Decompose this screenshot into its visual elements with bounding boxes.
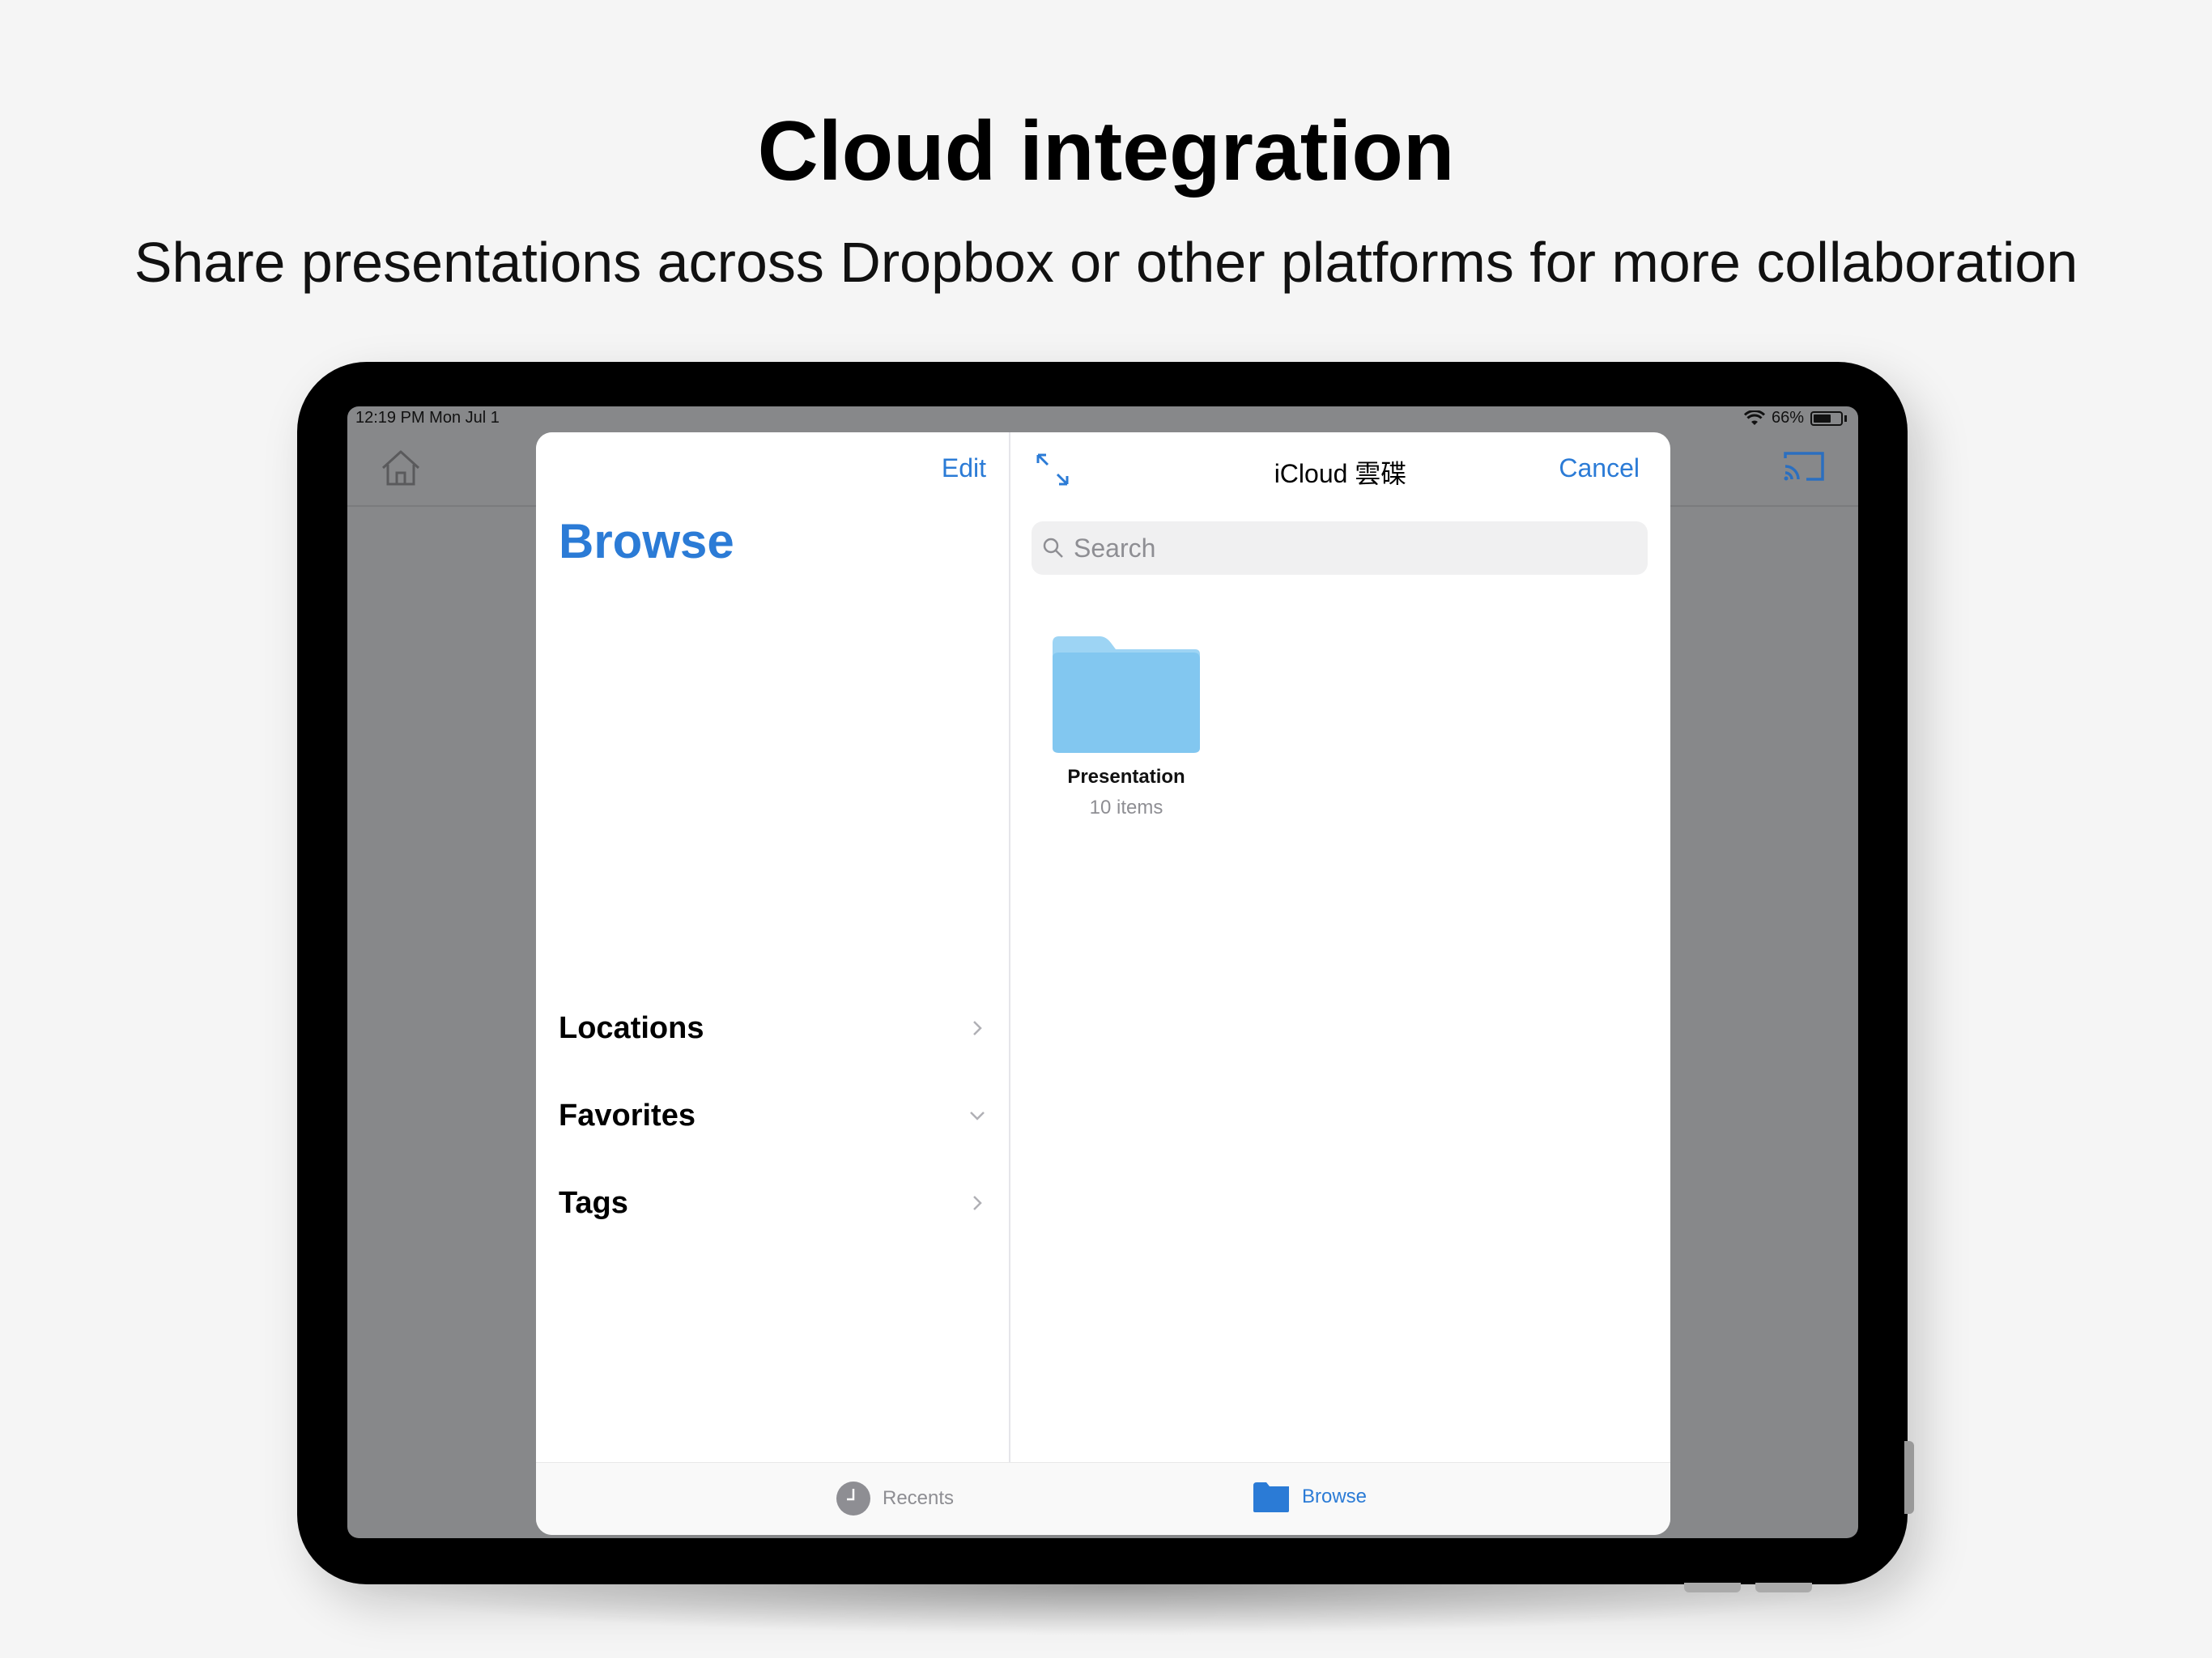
search-icon <box>1043 538 1063 558</box>
home-icon[interactable] <box>378 445 423 491</box>
subheadline: Share presentations across Dropbox or ot… <box>134 231 2078 294</box>
folder-item-presentation[interactable]: Presentation 10 items <box>1049 633 1203 819</box>
folder-name: Presentation <box>1067 766 1185 788</box>
sidebar-item-label: Tags <box>559 1185 628 1220</box>
tab-recents[interactable]: Recents <box>836 1481 954 1516</box>
sidebar-title: Browse <box>559 514 734 568</box>
edit-button[interactable]: Edit <box>942 453 986 483</box>
wifi-icon <box>1743 410 1765 425</box>
file-browser: iCloud 雲碟 Cancel Presentation 10 items <box>1010 432 1670 1462</box>
tab-bar: Recents Browse <box>536 1462 1670 1535</box>
folder-icon <box>1253 1482 1289 1512</box>
cast-icon[interactable] <box>1782 449 1826 484</box>
sidebar-item-label: Locations <box>559 1010 704 1045</box>
device-screen: 12:19 PM Mon Jul 1 66% Edit Browse Locat… <box>347 406 1858 1538</box>
sidebar: Edit Browse Locations Favorites Tags <box>536 432 1009 1462</box>
sidebar-item-locations[interactable]: Locations <box>559 996 986 1061</box>
battery-nub <box>1844 414 1847 422</box>
clock-icon <box>836 1482 870 1516</box>
chevron-right-icon <box>973 1196 982 1210</box>
cancel-button[interactable]: Cancel <box>1559 453 1640 483</box>
status-right: 66% <box>1743 409 1847 427</box>
document-picker: Edit Browse Locations Favorites Tags iCl… <box>536 432 1670 1535</box>
battery-icon <box>1810 410 1843 426</box>
volume-button <box>1755 1583 1812 1592</box>
sidebar-item-label: Favorites <box>559 1098 696 1133</box>
folder-item-count: 10 items <box>1089 797 1163 818</box>
tab-label: Recents <box>883 1487 955 1509</box>
side-button <box>1904 1441 1914 1514</box>
battery-percent: 66% <box>1771 409 1804 427</box>
sidebar-item-favorites[interactable]: Favorites <box>559 1083 986 1148</box>
tab-browse[interactable]: Browse <box>1252 1481 1367 1513</box>
status-bar: 12:19 PM Mon Jul 1 66% <box>347 406 1858 431</box>
search-bar[interactable] <box>1032 521 1648 575</box>
chevron-down-icon <box>970 1112 985 1120</box>
battery-fill <box>1814 414 1831 423</box>
headline: Cloud integration <box>757 104 1455 198</box>
volume-button <box>1684 1583 1741 1592</box>
folder-icon <box>1053 636 1200 753</box>
tab-label: Browse <box>1302 1486 1368 1507</box>
sidebar-item-tags[interactable]: Tags <box>559 1171 986 1235</box>
chevron-right-icon <box>973 1021 982 1035</box>
search-input[interactable] <box>1074 533 1559 563</box>
status-time: 12:19 PM Mon Jul 1 <box>355 409 500 427</box>
